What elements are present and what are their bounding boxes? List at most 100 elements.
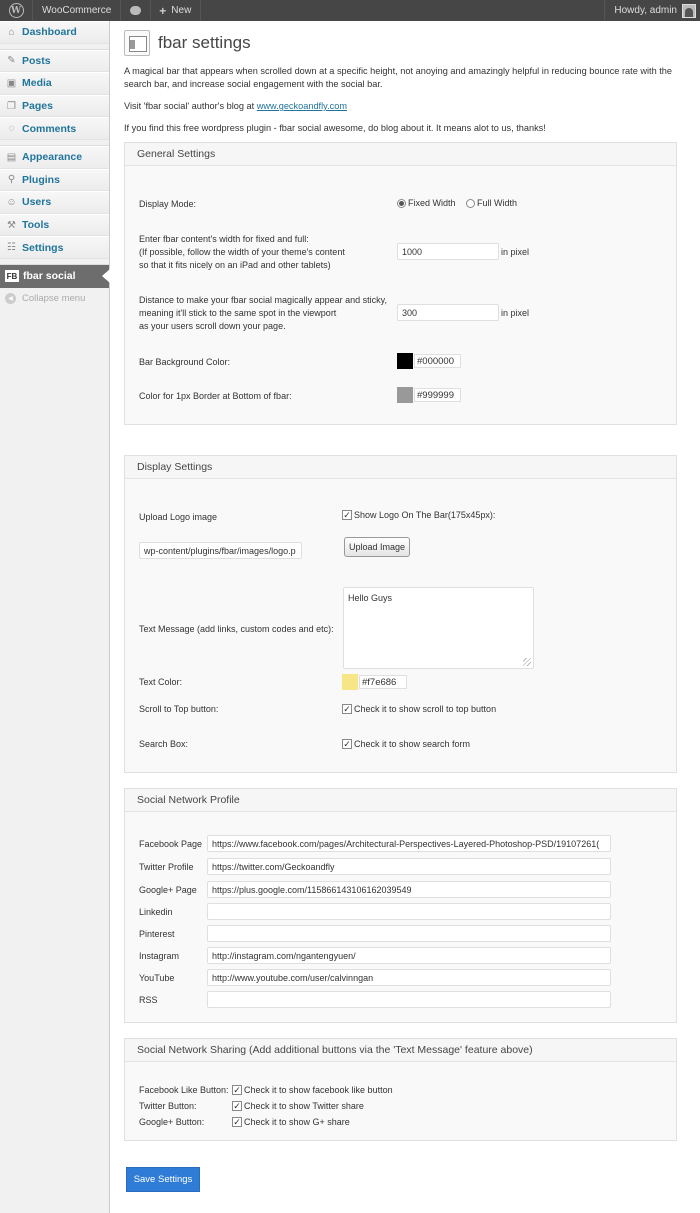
sidebar-item-users[interactable]: ☺ Users (0, 191, 109, 214)
youtube-input[interactable]: http://www.youtube.com/user/calvinngan (207, 969, 611, 986)
settings-icon: ☷ (7, 242, 16, 254)
width-unit-label: in pixel (501, 247, 530, 257)
bg-color-label: Bar Background Color: (139, 357, 231, 367)
scroll-top-label: Scroll to Top button: (139, 704, 219, 714)
instagram-input[interactable]: http://instagram.com/ngantengyuen/ (207, 947, 611, 964)
site-name-link[interactable]: WooCommerce (33, 0, 122, 21)
search-box-checkbox[interactable]: ✓ Check it to show search form (342, 739, 470, 749)
linkedin-input[interactable] (207, 903, 611, 920)
distance-label-line1: Distance to make your fbar social magica… (139, 295, 387, 305)
checkbox-label: Check it to show Twitter share (244, 1101, 364, 1111)
rss-input[interactable] (207, 991, 611, 1008)
sidebar-item-label: Pages (22, 100, 53, 113)
admin-bar: W WooCommerce + New Howdy, admin (0, 0, 700, 21)
width-label-line1: Enter fbar content's width for fixed and… (139, 234, 309, 244)
intro-description: A magical bar that appears when scrolled… (124, 66, 673, 89)
checkbox-label: Check it to show G+ share (244, 1117, 350, 1127)
sidebar-item-appearance[interactable]: ▤ Appearance (0, 145, 109, 169)
save-settings-button[interactable]: Save Settings (126, 1167, 200, 1192)
sidebar-item-settings[interactable]: ☷ Settings (0, 236, 109, 259)
google-plus-input[interactable]: https://plus.google.com/1158661431061620… (207, 881, 611, 898)
sidebar-item-label: fbar social (23, 270, 76, 283)
sidebar-item-media[interactable]: ▣ Media (0, 72, 109, 95)
appearance-icon: ▤ (6, 151, 17, 163)
settings-page-icon (124, 30, 150, 56)
author-blog-prefix: Visit 'fbar social' author's blog at (124, 101, 257, 111)
sidebar-item-label: Media (22, 77, 52, 90)
distance-unit-label: in pixel (501, 308, 530, 318)
sidebar-item-tools[interactable]: ⚒ Tools (0, 213, 109, 237)
my-account-menu[interactable]: Howdy, admin (604, 0, 700, 21)
pinterest-input[interactable] (207, 925, 611, 942)
content-width-input[interactable]: 1000 (397, 243, 499, 260)
author-blog-link[interactable]: www.geckoandfly.com (257, 101, 347, 111)
google-plus-share-checkbox[interactable]: ✓ Check it to show G+ share (232, 1117, 350, 1127)
border-color-swatch[interactable] (397, 387, 413, 403)
wordpress-logo-icon[interactable]: W (0, 0, 33, 21)
sidebar-item-posts[interactable]: ✎ Posts (0, 49, 109, 73)
checkbox-checked: ✓ (232, 1101, 242, 1111)
full-width-radio[interactable]: Full Width (466, 198, 517, 208)
sidebar-item-label: Comments (22, 122, 77, 135)
upload-logo-label: Upload Logo image (139, 512, 218, 522)
bg-color-input[interactable]: #000000 (414, 354, 461, 368)
social-row-label: YouTube (139, 973, 175, 983)
admin-sidebar: ⌂ Dashboard ✎ Posts ▣ Media ❐ Pages ◌ Co… (0, 21, 110, 1213)
show-logo-checkbox[interactable]: ✓ Show Logo On The Bar(175x45px): (342, 510, 495, 520)
distance-label-line2: meaning it'll stick to the same spot in … (139, 308, 337, 318)
bg-color-swatch[interactable] (397, 353, 413, 369)
social-row-label: Linkedin (139, 907, 173, 917)
sidebar-item-dashboard[interactable]: ⌂ Dashboard (0, 21, 109, 44)
checkbox-label: Show Logo On The Bar(175x45px): (354, 510, 496, 520)
sidebar-item-label: Posts (22, 54, 51, 67)
new-label: New (171, 5, 192, 16)
panel-title: General Settings (125, 143, 676, 166)
text-message-textarea[interactable]: Hello Guys (343, 587, 534, 669)
text-color-swatch[interactable] (342, 674, 358, 690)
checkbox-label: Check it to show search form (354, 739, 471, 749)
panel-title: Social Network Profile (125, 789, 676, 812)
fixed-width-radio[interactable]: Fixed Width (397, 198, 456, 208)
text-color-label: Text Color: (139, 677, 183, 687)
facebook-like-checkbox[interactable]: ✓ Check it to show facebook like button (232, 1085, 393, 1095)
howdy-text: Howdy, admin (614, 5, 677, 16)
collapse-arrow-icon: ◀ (5, 293, 16, 305)
page-title: fbar settings (158, 33, 251, 52)
logo-path-input[interactable]: wp-content/plugins/fbar/images/logo.p (139, 542, 302, 559)
panel-title: Display Settings (125, 456, 676, 479)
collapse-menu-button[interactable]: ◀ Collapse menu (0, 288, 109, 310)
checkbox-checked: ✓ (232, 1085, 242, 1095)
page-header: fbar settings (124, 30, 251, 56)
checkbox-checked: ✓ (342, 510, 352, 520)
text-message-label: Text Message (add links, custom codes an… (139, 624, 334, 634)
sharing-row-label: Twitter Button: (139, 1101, 197, 1111)
text-color-input[interactable]: #f7e686 (359, 675, 407, 689)
avatar (682, 3, 696, 18)
social-row-label: Pinterest (139, 929, 175, 939)
comments-bubble-icon[interactable] (121, 0, 152, 21)
sidebar-item-label: Users (22, 196, 52, 209)
radio-selected (397, 198, 406, 208)
sidebar-item-label: Settings (22, 241, 64, 254)
sidebar-item-comments[interactable]: ◌ Comments (0, 117, 109, 140)
sidebar-item-pages[interactable]: ❐ Pages (0, 94, 109, 118)
sidebar-item-fbar-social[interactable]: FB fbar social (0, 264, 110, 288)
collapse-label: Collapse menu (22, 293, 86, 305)
resize-grip-icon[interactable] (523, 658, 531, 666)
width-label-line3: so that it fits nicely on an iPad and ot… (139, 260, 331, 270)
radio-label: Full Width (477, 198, 518, 208)
new-content-menu[interactable]: + New (151, 0, 202, 21)
upload-image-button[interactable]: Upload Image (344, 537, 410, 557)
social-row-label: Instagram (139, 951, 180, 961)
author-blog-line: Visit 'fbar social' author's blog at www… (124, 100, 686, 113)
general-settings-panel: General Settings (124, 142, 677, 425)
twitter-profile-input[interactable]: https://twitter.com/Geckoandfly (207, 858, 611, 875)
distance-label-line3: as your users scroll down your page. (139, 321, 286, 331)
twitter-share-checkbox[interactable]: ✓ Check it to show Twitter share (232, 1101, 364, 1111)
scroll-top-checkbox[interactable]: ✓ Check it to show scroll to top button (342, 704, 496, 714)
distance-input[interactable]: 300 (397, 304, 499, 321)
sidebar-item-plugins[interactable]: ⚲ Plugins (0, 168, 109, 192)
facebook-page-input[interactable]: https://www.facebook.com/pages/Architect… (207, 835, 611, 852)
border-color-input[interactable]: #999999 (414, 388, 461, 402)
checkbox-checked: ✓ (342, 704, 352, 714)
